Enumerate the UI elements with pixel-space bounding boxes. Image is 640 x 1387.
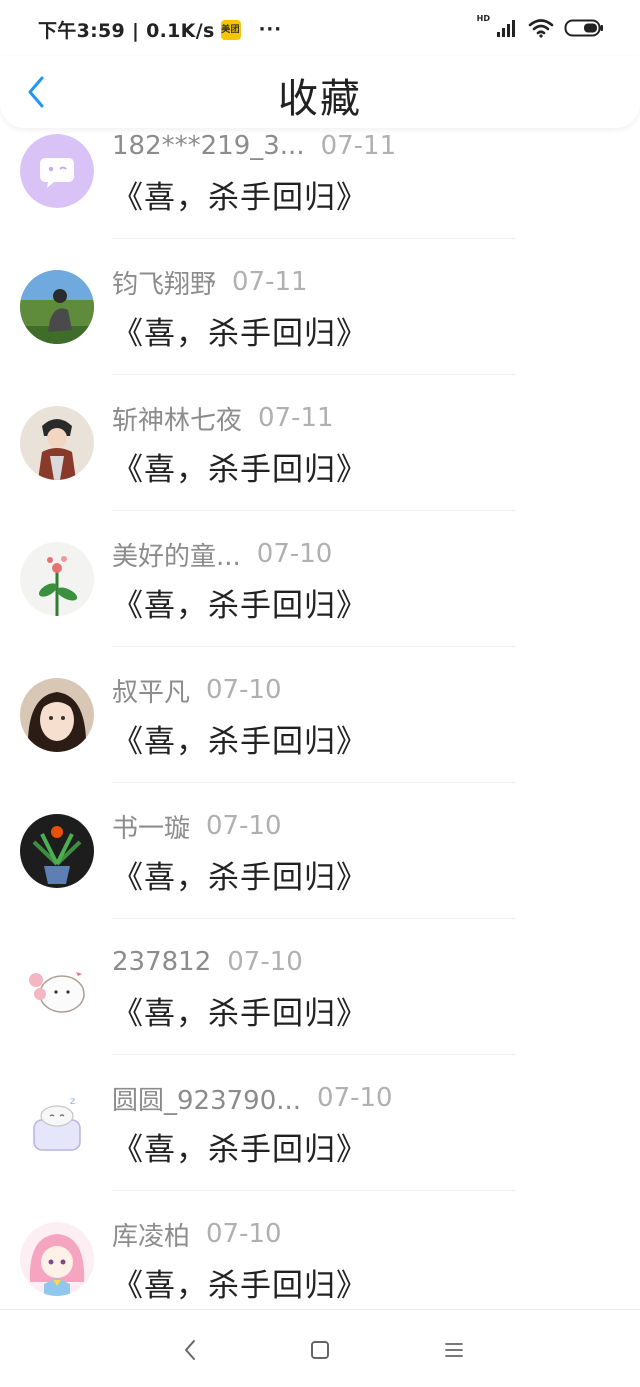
divider bbox=[112, 1190, 516, 1191]
item-date: 07-10 bbox=[206, 1219, 282, 1249]
user-line: 美好的童... 07-10 bbox=[112, 536, 332, 572]
divider bbox=[112, 510, 516, 511]
item-date: 07-10 bbox=[227, 947, 303, 977]
favorites-screen: 下午3:59 | 0.1K/s 美团 ··· HD 收藏 182***219_3… bbox=[0, 0, 640, 1387]
divider bbox=[112, 782, 516, 783]
avatar[interactable] bbox=[20, 542, 94, 616]
avatar[interactable] bbox=[20, 134, 94, 208]
user-line: 书一璇 07-10 bbox=[112, 808, 282, 844]
landscape-photo-avatar bbox=[20, 270, 94, 344]
anime-girl-avatar bbox=[20, 1222, 94, 1296]
favorite-title: 《喜，杀手回归》 bbox=[112, 316, 368, 352]
nav-home-icon bbox=[311, 1341, 329, 1359]
divider bbox=[112, 238, 516, 239]
status-left: 下午3:59 | 0.1K/s 美团 ··· bbox=[38, 16, 282, 43]
status-right: HD bbox=[477, 14, 604, 42]
user-line: 叔平凡 07-10 bbox=[112, 672, 282, 708]
hd-label: HD bbox=[476, 14, 490, 23]
nav-home-button[interactable] bbox=[300, 1332, 340, 1368]
user-line: 圆圆_923790... 07-10 bbox=[112, 1080, 393, 1116]
user-name: 钧飞翔野 bbox=[112, 269, 217, 300]
flower-photo-avatar bbox=[20, 542, 94, 616]
more-notifications-icon: ··· bbox=[258, 19, 283, 40]
avatar[interactable] bbox=[20, 1222, 94, 1296]
wifi-icon bbox=[528, 19, 554, 38]
list-item[interactable]: 钧飞翔野 07-11 《喜，杀手回归》 bbox=[0, 264, 640, 400]
list-item[interactable]: 库凌柏 07-10 《喜，杀手回归》 bbox=[0, 1216, 640, 1308]
nav-back-icon bbox=[185, 1340, 195, 1360]
status-time-speed: 下午3:59 | 0.1K/s bbox=[38, 20, 215, 42]
user-name: 182***219_3... bbox=[112, 131, 305, 161]
favorite-title: 《喜，杀手回归》 bbox=[112, 588, 368, 624]
user-name: 美好的童... bbox=[112, 541, 241, 572]
list-item[interactable]: 237812 07-10 《喜，杀手回归》 bbox=[0, 944, 640, 1080]
favorite-title: 《喜，杀手回归》 bbox=[112, 180, 368, 216]
header: 收藏 bbox=[0, 56, 640, 128]
avatar[interactable]: z bbox=[20, 1086, 94, 1160]
user-name: 斩神林七夜 bbox=[112, 405, 243, 436]
item-date: 07-10 bbox=[317, 1083, 393, 1113]
signal-icon bbox=[497, 20, 515, 37]
list-item[interactable]: 斩神林七夜 07-11 《喜，杀手回归》 bbox=[0, 400, 640, 536]
favorite-title: 《喜，杀手回归》 bbox=[112, 860, 368, 896]
user-name: 237812 bbox=[112, 947, 212, 977]
avatar[interactable] bbox=[20, 950, 94, 1024]
item-date: 07-11 bbox=[258, 403, 334, 433]
favorite-title: 《喜，杀手回归》 bbox=[112, 452, 368, 488]
chat-bubble-avatar-icon bbox=[20, 134, 94, 208]
item-date: 07-11 bbox=[320, 131, 397, 161]
user-name: 圆圆_923790... bbox=[112, 1085, 302, 1116]
divider bbox=[112, 1054, 516, 1055]
divider bbox=[112, 646, 516, 647]
favorite-title: 《喜，杀手回归》 bbox=[112, 1132, 368, 1168]
list-item[interactable]: 182***219_3... 07-11 《喜，杀手回归》 bbox=[0, 128, 640, 264]
user-line: 182***219_3... 07-11 bbox=[112, 128, 396, 164]
divider bbox=[112, 374, 516, 375]
user-line: 库凌柏 07-10 bbox=[112, 1216, 282, 1252]
cartoon-cat-avatar bbox=[20, 950, 94, 1024]
svg-text:z: z bbox=[70, 1096, 75, 1107]
avatar[interactable] bbox=[20, 814, 94, 888]
girl-photo-avatar bbox=[20, 678, 94, 752]
user-line: 钧飞翔野 07-11 bbox=[112, 264, 308, 300]
user-line: 237812 07-10 bbox=[112, 944, 303, 980]
status-bar: 下午3:59 | 0.1K/s 美团 ··· HD bbox=[0, 0, 640, 56]
sleeping-cat-avatar: z bbox=[20, 1086, 94, 1160]
favorites-list: 182***219_3... 07-11 《喜，杀手回归》 钧飞翔野 07-11 bbox=[0, 128, 640, 1308]
item-date: 07-11 bbox=[232, 267, 308, 297]
user-line: 斩神林七夜 07-11 bbox=[112, 400, 334, 436]
favorite-title: 《喜，杀手回归》 bbox=[112, 1268, 368, 1304]
avatar[interactable] bbox=[20, 270, 94, 344]
battery-icon bbox=[564, 19, 603, 37]
avatar[interactable] bbox=[20, 678, 94, 752]
item-date: 07-10 bbox=[256, 539, 333, 569]
favorite-title: 《喜，杀手回归》 bbox=[112, 724, 368, 760]
system-nav-bar bbox=[0, 1309, 640, 1387]
divider bbox=[112, 918, 516, 919]
user-name: 书一璇 bbox=[112, 813, 191, 844]
nav-menu-icon bbox=[445, 1343, 463, 1357]
item-date: 07-10 bbox=[206, 811, 282, 841]
list-item[interactable]: z 圆圆_923790... 07-10 《喜，杀手回归》 bbox=[0, 1080, 640, 1216]
potted-plant-avatar bbox=[20, 814, 94, 888]
anime-character-avatar bbox=[20, 406, 94, 480]
list-item[interactable]: 美好的童... 07-10 《喜，杀手回归》 bbox=[0, 536, 640, 672]
list-item[interactable]: 叔平凡 07-10 《喜，杀手回归》 bbox=[0, 672, 640, 808]
favorite-title: 《喜，杀手回归》 bbox=[112, 996, 368, 1032]
page-title: 收藏 bbox=[278, 76, 362, 122]
avatar[interactable] bbox=[20, 406, 94, 480]
item-date: 07-10 bbox=[206, 675, 282, 705]
nav-back-button[interactable] bbox=[170, 1332, 210, 1368]
nav-menu-button[interactable] bbox=[434, 1332, 474, 1368]
user-name: 库凌柏 bbox=[112, 1221, 191, 1252]
list-item[interactable]: 书一璇 07-10 《喜，杀手回归》 bbox=[0, 808, 640, 944]
user-name: 叔平凡 bbox=[112, 677, 191, 708]
meituan-app-icon: 美团 bbox=[220, 19, 241, 40]
